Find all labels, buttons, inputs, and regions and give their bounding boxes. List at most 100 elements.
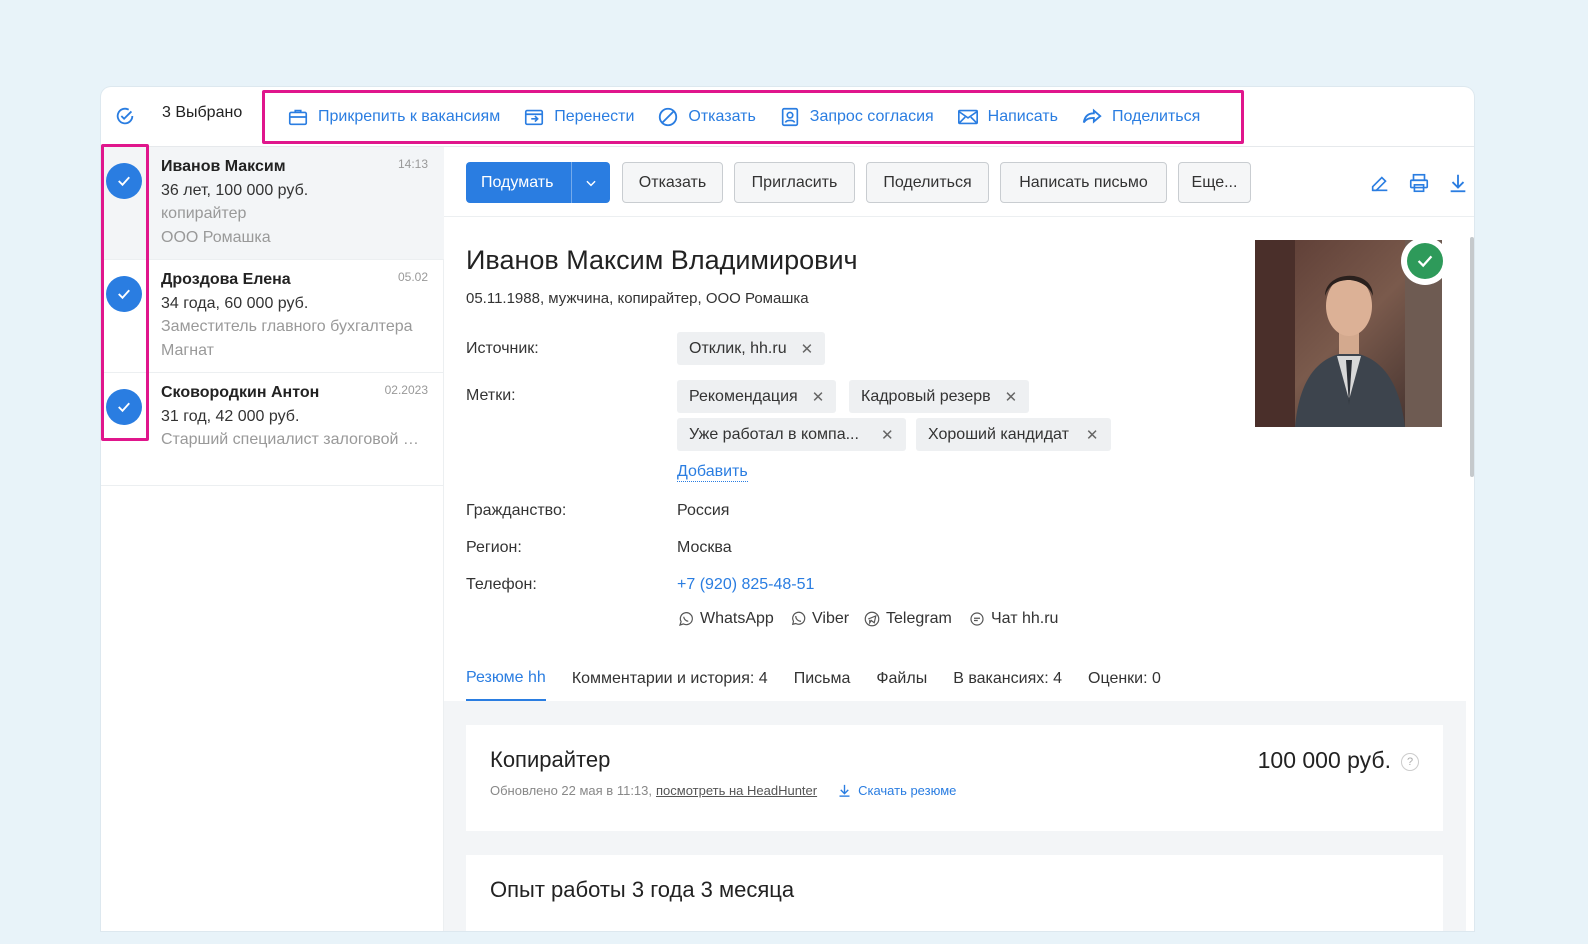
candidate-summary: 05.11.1988, мужчина, копирайтер, ООО Ром… — [466, 290, 809, 307]
source-tag: Отклик, hh.ru ✕ — [677, 332, 826, 365]
consent-request-button[interactable]: Запрос согласия — [779, 106, 934, 128]
remove-tag-icon[interactable]: ✕ — [812, 388, 825, 406]
add-tag-link[interactable]: Добавить — [677, 463, 748, 482]
resume-updated: Обновлено 22 мая в 11:13, — [490, 783, 652, 798]
telegram-link[interactable]: Telegram — [863, 610, 952, 628]
remove-tag-icon[interactable]: ✕ — [1086, 426, 1099, 444]
verified-badge — [1401, 237, 1449, 285]
chat-icon — [970, 612, 984, 626]
selection-toolbar: 3 Выбрано Прикрепить к вакансиям Перенес… — [101, 87, 1474, 147]
bulk-actions-bar: Прикрепить к вакансиям Перенести Отказат… — [262, 90, 1244, 144]
experience-title: Опыт работы 3 года 3 месяца — [490, 877, 795, 902]
reject-button[interactable]: Отказать — [622, 162, 723, 203]
candidate-checkbox[interactable] — [106, 276, 142, 312]
ban-icon — [659, 107, 678, 127]
move-button[interactable]: Перенести — [523, 106, 634, 128]
candidate-checkbox[interactable] — [106, 389, 142, 425]
tag-text: Уже работал в компа... — [689, 425, 859, 443]
telegram-label: Telegram — [886, 610, 952, 627]
telegram-icon — [864, 611, 880, 627]
think-label: Подумать — [481, 173, 554, 191]
reject-bulk-button[interactable]: Отказать — [657, 106, 756, 128]
viber-link[interactable]: Viber — [789, 610, 849, 628]
invite-button[interactable]: Пригласить — [734, 162, 855, 203]
check-icon — [118, 402, 130, 413]
resume-area: Копирайтер 100 000 руб. ? Обновлено 22 м… — [444, 701, 1466, 931]
action-bar: Подумать Отказать Пригласить Поделиться … — [444, 147, 1474, 217]
check-icon — [118, 176, 130, 187]
attach-to-vacancies-button[interactable]: Прикрепить к вакансиям — [287, 106, 500, 128]
candidate-item[interactable]: Дроздова Елена 05.02 34 года, 60 000 руб… — [101, 260, 444, 373]
move-icon — [525, 109, 544, 126]
remove-tag-icon[interactable]: ✕ — [881, 426, 894, 444]
candidate-date: 05.02 — [397, 270, 428, 284]
candidate-position: Старший специалист залоговой … — [161, 431, 419, 448]
move-label: Перенести — [554, 108, 635, 125]
write-button[interactable]: Написать — [957, 106, 1058, 128]
candidate-checkbox[interactable] — [106, 163, 142, 199]
attach-label: Прикрепить к вакансиям — [318, 108, 501, 125]
edit-icon[interactable] — [1369, 172, 1391, 194]
candidate-date: 02.2023 — [384, 383, 428, 397]
check-icon — [118, 289, 130, 300]
app-window: 3 Выбрано Прикрепить к вакансиям Перенес… — [101, 87, 1474, 931]
write-letter-button[interactable]: Написать письмо — [1000, 162, 1167, 203]
candidate-full-name: Иванов Максим Владимирович — [466, 245, 858, 275]
candidate-item[interactable]: Иванов Максим 14:13 36 лет, 100 000 руб.… — [101, 147, 444, 260]
profile-tabs: Резюме hh Комментарии и история: 4 Письм… — [466, 656, 1187, 701]
viber-icon — [791, 611, 806, 626]
tab-letters[interactable]: Письма — [794, 656, 851, 701]
region-label: Регион: — [466, 539, 522, 556]
view-on-hh-link[interactable]: посмотреть на HeadHunter — [656, 783, 817, 798]
hh-chat-link[interactable]: Чат hh.ru — [968, 610, 1058, 628]
download-icon[interactable] — [1447, 172, 1469, 194]
tab-vacancies[interactable]: В вакансиях: 4 — [953, 656, 1062, 701]
write-label: Написать — [987, 108, 1058, 125]
selected-count: 3 Выбрано — [162, 104, 243, 121]
whatsapp-icon — [679, 612, 693, 626]
reject-bulk-label: Отказать — [688, 108, 756, 125]
candidate-age-salary: 34 года, 60 000 руб. — [161, 295, 309, 312]
resume-meta: Обновлено 22 мая в 11:13, посмотреть на … — [490, 783, 956, 798]
candidate-name: Иванов Максим — [161, 158, 286, 175]
phone-link[interactable]: +7 (920) 825-48-51 — [677, 576, 814, 594]
whatsapp-link[interactable]: WhatsApp — [677, 610, 774, 628]
region-value: Москва — [677, 539, 732, 556]
resume-salary: 100 000 руб. — [1257, 747, 1391, 773]
mail-icon — [957, 109, 978, 125]
phone-label: Телефон: — [466, 576, 537, 593]
candidate-company: Магнат — [161, 342, 214, 359]
think-button[interactable]: Подумать — [466, 162, 610, 203]
think-dropdown[interactable] — [571, 162, 610, 203]
tab-ratings[interactable]: Оценки: 0 — [1088, 656, 1161, 701]
print-icon[interactable] — [1408, 172, 1430, 194]
remove-tag-icon[interactable]: ✕ — [801, 340, 814, 358]
remove-tag-icon[interactable]: ✕ — [1005, 388, 1018, 406]
resume-title: Копирайтер — [490, 747, 611, 772]
scrollbar[interactable] — [1470, 237, 1474, 477]
consent-icon — [781, 107, 798, 127]
share-bulk-button[interactable]: Поделиться — [1081, 106, 1200, 128]
candidate-item[interactable]: Сковородкин Антон 02.2023 31 год, 42 000… — [101, 373, 444, 486]
tab-comments-history[interactable]: Комментарии и история: 4 — [572, 656, 768, 701]
tab-resume-hh[interactable]: Резюме hh — [466, 656, 546, 701]
hh-chat-label: Чат hh.ru — [991, 610, 1059, 627]
more-button[interactable]: Еще... — [1178, 162, 1251, 203]
chevron-down-icon — [586, 180, 596, 186]
help-icon[interactable]: ? — [1401, 753, 1419, 771]
tag-chip: Уже работал в компа... ✕ — [677, 418, 906, 451]
tag-text: Кадровый резерв — [861, 387, 991, 405]
candidate-detail: Подумать Отказать Пригласить Поделиться … — [444, 147, 1474, 931]
select-all-icon[interactable] — [114, 105, 136, 127]
profile-content: Иванов Максим Владимирович 05.11.1988, м… — [444, 218, 1466, 931]
tag-chip: Рекомендация ✕ — [677, 380, 837, 413]
candidate-position: копирайтер — [161, 205, 247, 222]
citizenship-label: Гражданство: — [466, 502, 567, 519]
resume-card: Копирайтер 100 000 руб. ? Обновлено 22 м… — [466, 725, 1443, 831]
candidate-age-salary: 31 год, 42 000 руб. — [161, 408, 300, 425]
download-resume-link[interactable]: Скачать резюме — [858, 783, 956, 798]
share-bulk-label: Поделиться — [1111, 108, 1201, 125]
tab-files[interactable]: Файлы — [876, 656, 927, 701]
share-button[interactable]: Поделиться — [866, 162, 989, 203]
candidate-age-salary: 36 лет, 100 000 руб. — [161, 182, 309, 199]
